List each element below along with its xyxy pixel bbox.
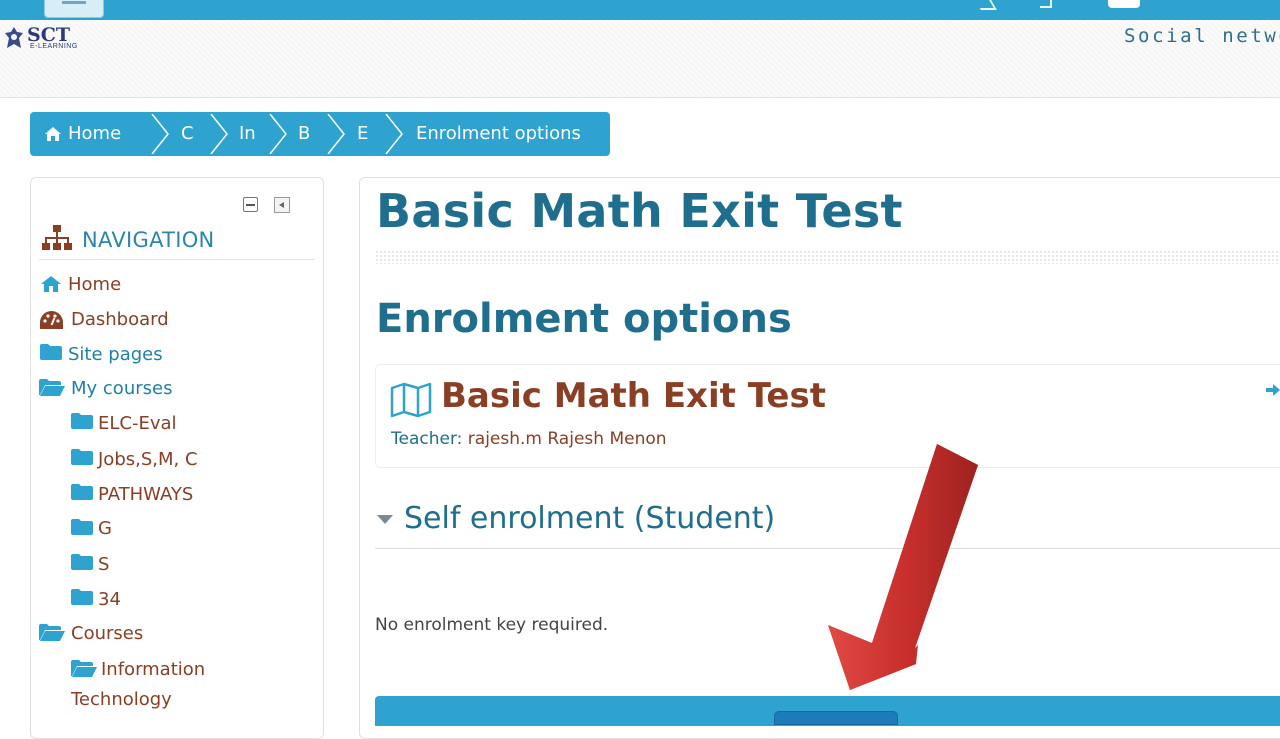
sign-in-icon[interactable] [1266,382,1280,398]
breadcrumb: Home C In B E Enrolment options [30,112,610,156]
divider [375,250,1280,264]
nav-item-courses[interactable]: Courses [71,623,143,644]
teacher-name-link[interactable]: rajesh.m Rajesh Menon [468,429,667,449]
folder-icon [71,519,93,535]
nav-item-site-pages[interactable]: Site pages [68,344,163,365]
dock-block-icon[interactable] [274,197,290,213]
nav-item-course[interactable]: 34 [98,589,121,610]
navbar-icon[interactable] [1040,0,1052,8]
home-icon [45,127,61,141]
folder-open-icon [39,379,65,396]
page-title: Basic Math Exit Test [376,184,903,238]
enrol-me-button[interactable] [774,711,898,725]
nav-item-course[interactable]: PATHWAYS [98,484,193,505]
chevron-right-icon [269,114,287,154]
map-icon [390,382,432,418]
breadcrumb-item[interactable]: C [181,123,194,144]
enrolment-heading: Enrolment options [376,296,792,342]
nav-item-course[interactable]: S [98,554,109,575]
teacher-info: Teacher: rajesh.m Rajesh Menon [391,429,667,449]
menu-bar-icon [62,1,86,4]
dashboard-icon [40,311,63,329]
pointer-arrow-annotation [828,444,978,690]
caret-down-icon[interactable] [377,515,393,524]
divider [39,259,315,260]
folder-icon [71,449,93,465]
nav-item-home[interactable]: Home [68,274,121,295]
navigation-title: NAVIGATION [82,228,215,252]
collapse-block-icon[interactable] [243,197,258,212]
site-logo[interactable]: SCT E-LEARNING [3,24,95,52]
nav-item-dashboard[interactable]: Dashboard [71,309,169,330]
nav-item-category[interactable]: Information [101,659,205,680]
site-header: SCT E-LEARNING Social netwo [0,20,1280,98]
no-key-message: No enrolment key required. [375,615,609,635]
site-tagline: Social netwo [1124,25,1280,47]
breadcrumb-item[interactable]: E [357,123,368,144]
breadcrumb-current: Enrolment options [416,123,581,144]
logo-emblem-icon [5,27,23,48]
folder-icon [71,484,93,500]
top-navbar [0,0,1280,20]
course-link[interactable]: Basic Math Exit Test [441,376,826,416]
breadcrumb-item[interactable]: B [298,123,310,144]
folder-icon [71,589,93,605]
folder-open-icon [39,624,65,641]
breadcrumb-item[interactable]: In [239,123,256,144]
folder-icon [71,554,93,570]
chevron-right-icon [385,114,403,154]
self-enrolment-title[interactable]: Self enrolment (Student) [404,501,775,536]
nav-item-course[interactable]: G [98,518,112,539]
folder-icon [71,413,93,429]
sitemap-icon [42,225,72,250]
home-icon [41,276,61,292]
logo-subtext: E-LEARNING [30,43,78,50]
navbar-icon[interactable] [975,0,997,10]
nav-item-my-courses[interactable]: My courses [71,378,172,399]
breadcrumb-home[interactable]: Home [68,123,121,144]
nav-item-category[interactable]: Technology [71,689,172,710]
chevron-right-icon [210,114,228,154]
nav-item-course[interactable]: Jobs,S,M, C [98,449,198,470]
chevron-right-icon [151,114,169,154]
user-menu-button[interactable] [1108,0,1140,8]
nav-item-course[interactable]: ELC-Eval [98,413,177,434]
folder-open-icon [71,660,97,677]
chevron-right-icon [327,114,345,154]
teacher-label: Teacher: [391,429,463,449]
menu-toggle-button[interactable] [44,0,104,18]
folder-icon [40,344,62,360]
